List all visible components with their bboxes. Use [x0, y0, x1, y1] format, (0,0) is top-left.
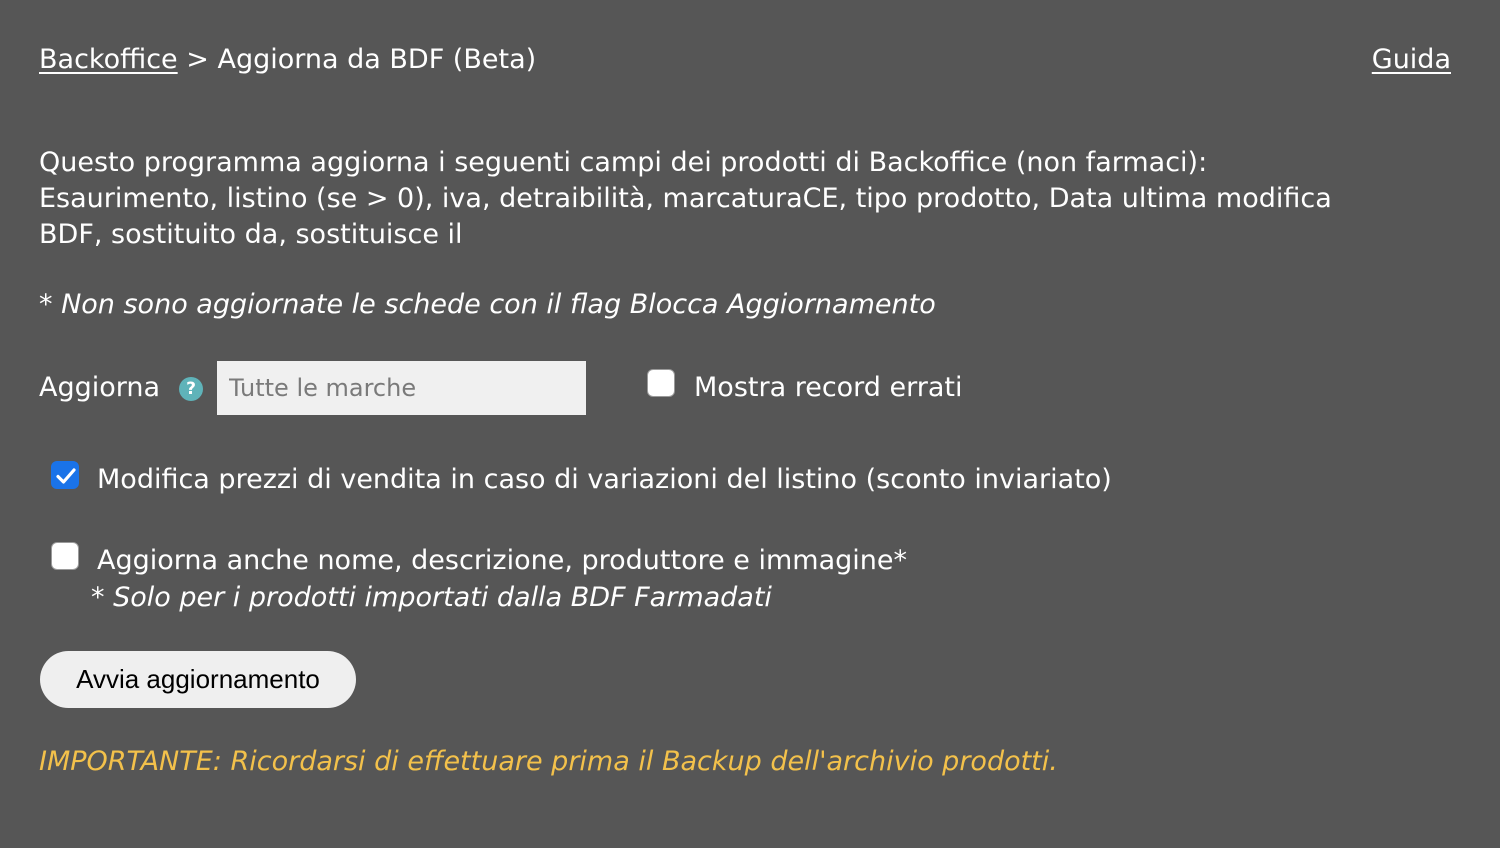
start-update-button[interactable]: Avvia aggiornamento [40, 651, 356, 708]
block-update-note: * Non sono aggiornate le schede con il f… [39, 289, 936, 320]
intro-line-1: Questo programma aggiorna i seguenti cam… [39, 147, 1208, 178]
brand-filter-input[interactable] [217, 361, 586, 415]
intro-description: Questo programma aggiorna i seguenti cam… [39, 145, 1459, 253]
checkmark-icon [56, 468, 76, 484]
help-icon[interactable]: ? [179, 377, 203, 401]
update-label: Aggiorna [39, 372, 161, 403]
show-errors-label[interactable]: Mostra record errati [694, 368, 963, 408]
update-details-note: * Solo per i prodotti importati dalla BD… [91, 582, 772, 613]
page-title: Aggiorna da BDF (Beta) [217, 44, 537, 75]
intro-line-3: BDF, sostituito da, sostituisce il [39, 219, 463, 250]
show-errors-checkbox[interactable] [647, 369, 675, 397]
important-warning: IMPORTANTE: Ricordarsi di effettuare pri… [39, 746, 1058, 777]
update-details-checkbox[interactable] [51, 542, 79, 570]
modify-prices-label[interactable]: Modifica prezzi di vendita in caso di va… [97, 460, 1112, 500]
update-details-label[interactable]: Aggiorna anche nome, descrizione, produt… [97, 541, 907, 581]
modify-prices-checkbox[interactable] [51, 461, 79, 489]
breadcrumb: Backoffice > Aggiorna da BDF (Beta) [39, 40, 536, 80]
breadcrumb-separator: > [186, 44, 209, 75]
intro-line-2: Esaurimento, listino (se > 0), iva, detr… [39, 183, 1332, 214]
breadcrumb-backoffice-link[interactable]: Backoffice [39, 44, 178, 75]
guide-link[interactable]: Guida [1372, 40, 1451, 80]
